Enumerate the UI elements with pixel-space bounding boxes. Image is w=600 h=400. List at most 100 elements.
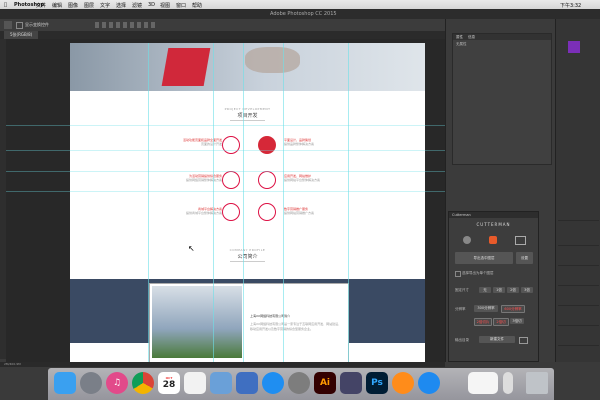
menu-3d[interactable]: 3D: [148, 2, 155, 8]
feature-desc-1: 页面的设计开发: [200, 142, 222, 146]
quicktime-icon[interactable]: [418, 372, 440, 394]
hero-hand-image: [245, 47, 300, 73]
guide-horizontal: [6, 171, 445, 172]
desktop-platform-icon[interactable]: [515, 236, 526, 245]
layer-row[interactable]: [558, 254, 599, 266]
auto-select-checkbox[interactable]: [16, 22, 23, 29]
mac-dock: ♫ OCT 28 Ai Ps: [48, 368, 554, 400]
app-store-icon[interactable]: [262, 372, 284, 394]
export-selected-button[interactable]: 导出选中图层: [455, 252, 513, 264]
guide-horizontal: [6, 191, 445, 192]
export-group-label: 选择导出为单个图层: [462, 271, 494, 275]
preview-icon[interactable]: [210, 372, 232, 394]
layer-row[interactable]: [558, 209, 599, 221]
calendar-icon[interactable]: OCT 28: [158, 372, 180, 394]
feature-text-5: 商城平台解决方案 提供商城平台整体解决方案: [152, 207, 222, 215]
webpage-canvas: PROJECT DEVELOPMENT 项目开发 活动功能页面和品牌全面开发 页面…: [70, 43, 425, 363]
format-3x-button[interactable]: 3倍切: [510, 318, 524, 324]
layer-row[interactable]: [558, 274, 599, 286]
layer-row[interactable]: [558, 334, 599, 346]
feature-text-1: 活动功能页面和品牌全面开发 页面的设计开发: [152, 138, 222, 146]
size-none-button[interactable]: 无: [479, 287, 491, 293]
res-600-button[interactable]: 600分辨率: [501, 305, 525, 313]
guide-vertical: [213, 43, 214, 363]
menu-file[interactable]: 文件: [36, 2, 46, 9]
tab-info[interactable]: 信息: [468, 35, 475, 39]
about-title: 公司简介: [237, 254, 258, 260]
feature-desc-2: 提供品牌整体解决方案: [284, 142, 315, 146]
size-3x-button[interactable]: 3倍: [521, 287, 533, 293]
feature-text-3: 为活动营销提供综合服务 提供网络营销整体解决方案: [152, 174, 222, 182]
hero-red-shape: [161, 48, 211, 86]
finder-window-icon[interactable]: [468, 372, 498, 394]
services-title: 项目开发: [237, 113, 258, 119]
settings-button[interactable]: 设置: [516, 252, 533, 264]
launchpad-icon[interactable]: [80, 372, 102, 394]
image-capture-icon[interactable]: [340, 372, 362, 394]
tab-properties[interactable]: 属性: [456, 35, 463, 39]
apple-menu-icon[interactable]: : [4, 2, 7, 8]
menu-select[interactable]: 选择: [116, 2, 126, 9]
cutterman-header: Cutterman: [449, 212, 538, 218]
guide-vertical: [283, 43, 284, 363]
document-icon[interactable]: [503, 372, 513, 394]
fixed-size-label: 固定尺寸: [455, 288, 469, 292]
mac-menubar:  Photoshop 文件 编辑 图像 图层 文字 选择 滤镜 3D 视图 窗…: [0, 0, 600, 9]
menu-layer[interactable]: 图层: [84, 2, 94, 9]
layer-row[interactable]: [558, 234, 599, 246]
menu-view[interactable]: 视图: [160, 2, 170, 9]
system-preferences-icon[interactable]: [288, 372, 310, 394]
about-heading: 上海XX网络科技有限公司简介: [250, 314, 291, 318]
no-properties-text: 无属性: [456, 42, 467, 46]
photoshop-icon[interactable]: Ps: [366, 372, 388, 394]
status-bar: 2M/400.9M: [0, 362, 445, 367]
finder-icon[interactable]: [54, 372, 76, 394]
reminders-icon[interactable]: [184, 372, 206, 394]
menu-edit[interactable]: 编辑: [52, 2, 62, 9]
mobile-icon: [222, 171, 240, 189]
export-group-checkbox[interactable]: [455, 271, 461, 277]
itunes-icon[interactable]: ♫: [106, 372, 128, 394]
properties-panel: 属性 信息 无属性: [452, 33, 552, 165]
move-tool-icon[interactable]: [4, 21, 12, 29]
chrome-icon[interactable]: [132, 372, 154, 394]
about-body: 上海XX网络科技有限公司是一家专注于互联网应用开发、网站建设、移动应用开发以及数…: [250, 322, 342, 331]
calendar-day: 28: [162, 380, 176, 390]
illustrator-icon[interactable]: Ai: [314, 372, 336, 394]
keynote-icon[interactable]: [236, 372, 258, 394]
res-300-button[interactable]: 300分辨率: [474, 305, 498, 312]
format-2x-slice-button[interactable]: 2倍切片: [474, 318, 492, 326]
layer-row[interactable]: [558, 294, 599, 306]
path-input[interactable]: 新建文件: [479, 336, 515, 343]
apple-platform-icon[interactable]: [463, 236, 471, 244]
trash-icon[interactable]: [526, 372, 548, 394]
cutterman-brand: CUTTERMAN: [476, 222, 511, 227]
size-1x-button[interactable]: 1倍: [493, 287, 505, 293]
feature-text-2: 平面设计，品牌策划 提供品牌整体解决方案: [284, 138, 354, 146]
menu-help[interactable]: 帮助: [192, 2, 202, 9]
clock: 下午3:32: [560, 2, 582, 9]
services-subtitle: PROJECT DEVELOPMENT: [224, 107, 271, 111]
document-tab-bar: 5张(RGB/8): [0, 31, 445, 39]
firefox-icon[interactable]: [392, 372, 414, 394]
align-buttons[interactable]: [95, 22, 155, 28]
menu-type[interactable]: 文字: [100, 2, 110, 9]
android-platform-icon[interactable]: [489, 236, 497, 244]
feature-text-4: 应用开发，网站维护 提供网站平台整体解决方案: [284, 174, 354, 182]
path-label: 输出目录: [455, 338, 469, 342]
menu-image[interactable]: 图像: [68, 2, 78, 9]
show-transform-label: 显示变换控件: [25, 22, 49, 27]
feature-desc-6: 提供网站营销推广方案: [284, 211, 315, 215]
foreground-color-swatch[interactable]: [568, 41, 580, 53]
layer-row[interactable]: [558, 314, 599, 326]
document-tab[interactable]: 5张(RGB/8): [4, 31, 39, 39]
cutterman-panel: Cutterman CUTTERMAN 导出选中图层 设置 选择导出为单个图层 …: [448, 211, 539, 362]
feature-desc-5: 提供商城平台整体解决方案: [185, 211, 222, 215]
folder-icon[interactable]: [519, 337, 528, 344]
grid-icon: [258, 136, 276, 154]
menu-filter[interactable]: 滤镜: [132, 2, 142, 9]
format-2x-button[interactable]: 2倍切: [493, 318, 509, 326]
menu-window[interactable]: 窗口: [176, 2, 186, 9]
size-2x-button[interactable]: 2倍: [507, 287, 519, 293]
hero-banner: [70, 43, 425, 91]
